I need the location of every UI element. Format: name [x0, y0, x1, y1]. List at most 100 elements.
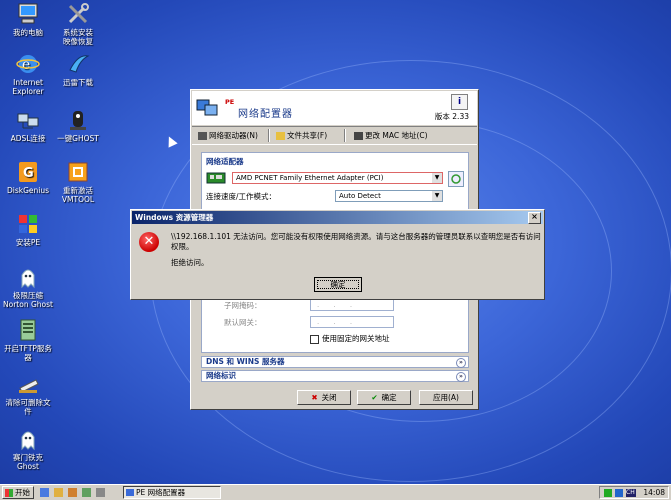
clock: 14:08 [643, 488, 665, 497]
network-logo-icon [196, 96, 218, 118]
toolbar-separator [344, 129, 346, 142]
adapter-select[interactable]: AMD PCNET Family Ethernet Adapter (PCI) … [232, 172, 443, 184]
ghost-icon [66, 108, 90, 132]
info-icon[interactable]: i [451, 94, 468, 110]
file-share-button[interactable]: 文件共享(F) [276, 130, 327, 141]
chevron-down-icon: ▼ [432, 191, 442, 201]
tray-network-icon[interactable] [604, 489, 612, 497]
dialog-title: Windows 资源管理器 [135, 213, 214, 222]
start-button[interactable]: 开始 [2, 486, 34, 499]
desktop-icon-norton-ghost[interactable]: 极限压缩 Norton Ghost [0, 265, 58, 309]
dialog-ok-button[interactable]: 确定 [314, 277, 362, 292]
start-label: 开始 [15, 488, 30, 497]
dialog-title-bar: Windows 资源管理器 × [132, 211, 543, 224]
subnet-field[interactable]: . . . [310, 299, 394, 311]
quicklaunch-desktop-icon[interactable] [40, 488, 49, 497]
desktop-icon-label: 赛门铁克 Ghost [13, 453, 43, 471]
change-mac-button[interactable]: 更改 MAC 地址(C) [354, 130, 428, 141]
desktop-icon-label: 安装PE [15, 238, 41, 247]
error-dialog: Windows 资源管理器 × ✕ \\192.168.1.101 无法访问。您… [130, 209, 545, 300]
tools-icon [66, 2, 90, 26]
windows-logo-icon [5, 489, 13, 497]
ghost-icon [16, 265, 40, 289]
adapter-section-title: 网络适配器 [206, 157, 244, 166]
close-label: 关闭 [321, 393, 337, 402]
quicklaunch-tool-icon[interactable] [68, 488, 77, 497]
gateway-field[interactable]: . . . [310, 316, 394, 328]
dns-section-title: DNS 和 WINS 服务器 [206, 357, 285, 366]
speed-select[interactable]: Auto Detect ▼ [335, 190, 443, 202]
network-icon [16, 108, 40, 132]
toolbar-separator [268, 129, 270, 142]
network-drive-label: 网络驱动器(N) [209, 131, 258, 140]
desktop-icon-symantec-ghost[interactable]: 赛门铁克 Ghost [0, 427, 58, 471]
error-detail: 拒绝访问。 [171, 258, 209, 267]
desktop-icon-onekey-ghost[interactable]: 一键GHOST [48, 108, 108, 143]
ie-icon: e [16, 52, 40, 76]
desktop-icon-install-pe[interactable]: 安装PE [0, 212, 58, 247]
dns-wins-section[interactable]: DNS 和 WINS 服务器 » [201, 356, 469, 368]
chevron-down-icon: ▼ [432, 173, 442, 183]
computer-icon [16, 2, 40, 26]
tftp-icon [16, 318, 40, 342]
quicklaunch-folder-icon[interactable] [54, 488, 63, 497]
drive-icon [198, 132, 207, 140]
clean-icon [16, 372, 40, 396]
fixed-gateway-label: 使用固定的网关地址 [322, 334, 390, 343]
desktop-icon-system-restore[interactable]: 系统安装 映像恢复 [48, 2, 108, 46]
check-icon: ✔ [371, 393, 378, 402]
window-title: 网络配置器 [238, 109, 293, 120]
tray-volume-icon[interactable] [615, 489, 623, 497]
network-id-section[interactable]: 网络标识 » [201, 370, 469, 382]
desktop-icon-label: 一键GHOST [57, 134, 99, 143]
gateway-label: 默认网关： [224, 318, 262, 327]
desktop-icon-tftp[interactable]: 开启TFTP服务 器 [0, 318, 58, 362]
refresh-icon[interactable] [448, 171, 464, 187]
task-label: PE 网络配置器 [136, 488, 186, 497]
error-message: \\192.168.1.101 无法访问。您可能没有权限使用网络资源。请与这台服… [171, 232, 541, 251]
thunder-icon [66, 52, 90, 76]
ok-label: 确定 [381, 393, 397, 402]
close-icon[interactable]: × [528, 212, 541, 224]
desktop-icon-label: 极限压缩 Norton Ghost [3, 291, 53, 309]
tray-language-icon[interactable]: CH [626, 489, 636, 497]
pe-tag: PE [225, 98, 235, 106]
quicklaunch-misc-icon[interactable] [96, 488, 105, 497]
folder-icon [276, 132, 285, 140]
version-label: 版本 2.33 [434, 112, 469, 121]
desktop-icon-label: 迅雷下载 [63, 78, 93, 87]
adapter-panel: 网络适配器 AMD PCNET Family Ethernet Adapter … [201, 152, 469, 211]
adapter-value: AMD PCNET Family Ethernet Adapter (PCI) [236, 174, 384, 182]
mac-icon [354, 132, 363, 140]
network-drive-button[interactable]: 网络驱动器(N) [198, 130, 258, 141]
desktop-icon-vmtool[interactable]: 重新激活 VMTOOL [48, 160, 108, 204]
mouse-cursor [164, 134, 178, 148]
install-pe-icon [16, 212, 40, 236]
network-card-icon [206, 171, 226, 185]
speed-value: Auto Detect [339, 192, 381, 200]
taskbar-item-network-config[interactable]: PE 网络配置器 [123, 486, 221, 499]
close-button[interactable]: ✖ 关闭 [297, 390, 351, 405]
toolbar: 网络驱动器(N) 文件共享(F) 更改 MAC 地址(C) [192, 126, 477, 145]
desktop-icon-clean[interactable]: 清除可删除文 件 [0, 372, 58, 416]
apply-button[interactable]: 应用(A) [419, 390, 473, 405]
network-app-icon [126, 489, 134, 496]
svg-text:G: G [23, 166, 34, 181]
expand-chevron-icon: » [456, 372, 466, 382]
netid-section-title: 网络标识 [206, 371, 236, 380]
diskgenius-icon: G [16, 160, 40, 184]
desktop-icon-thunder[interactable]: 迅雷下载 [48, 52, 108, 87]
window-header: PE 网络配置器 版本 2.33 i [192, 91, 477, 125]
quicklaunch-app-icon[interactable] [82, 488, 91, 497]
speed-label: 连接速度/工作模式： [206, 192, 277, 201]
taskbar: 开始 PE 网络配置器 CH 14:08 [0, 484, 671, 500]
close-icon: ✖ [311, 393, 318, 402]
change-mac-label: 更改 MAC 地址(C) [365, 131, 428, 140]
fixed-gateway-checkbox[interactable] [310, 335, 319, 344]
error-icon: ✕ [139, 232, 159, 252]
file-share-label: 文件共享(F) [287, 131, 328, 140]
desktop-icon-label: 清除可删除文 件 [5, 398, 51, 416]
system-tray: CH 14:08 [599, 486, 669, 499]
ghost-icon [16, 427, 40, 451]
ok-button[interactable]: ✔ 确定 [357, 390, 411, 405]
